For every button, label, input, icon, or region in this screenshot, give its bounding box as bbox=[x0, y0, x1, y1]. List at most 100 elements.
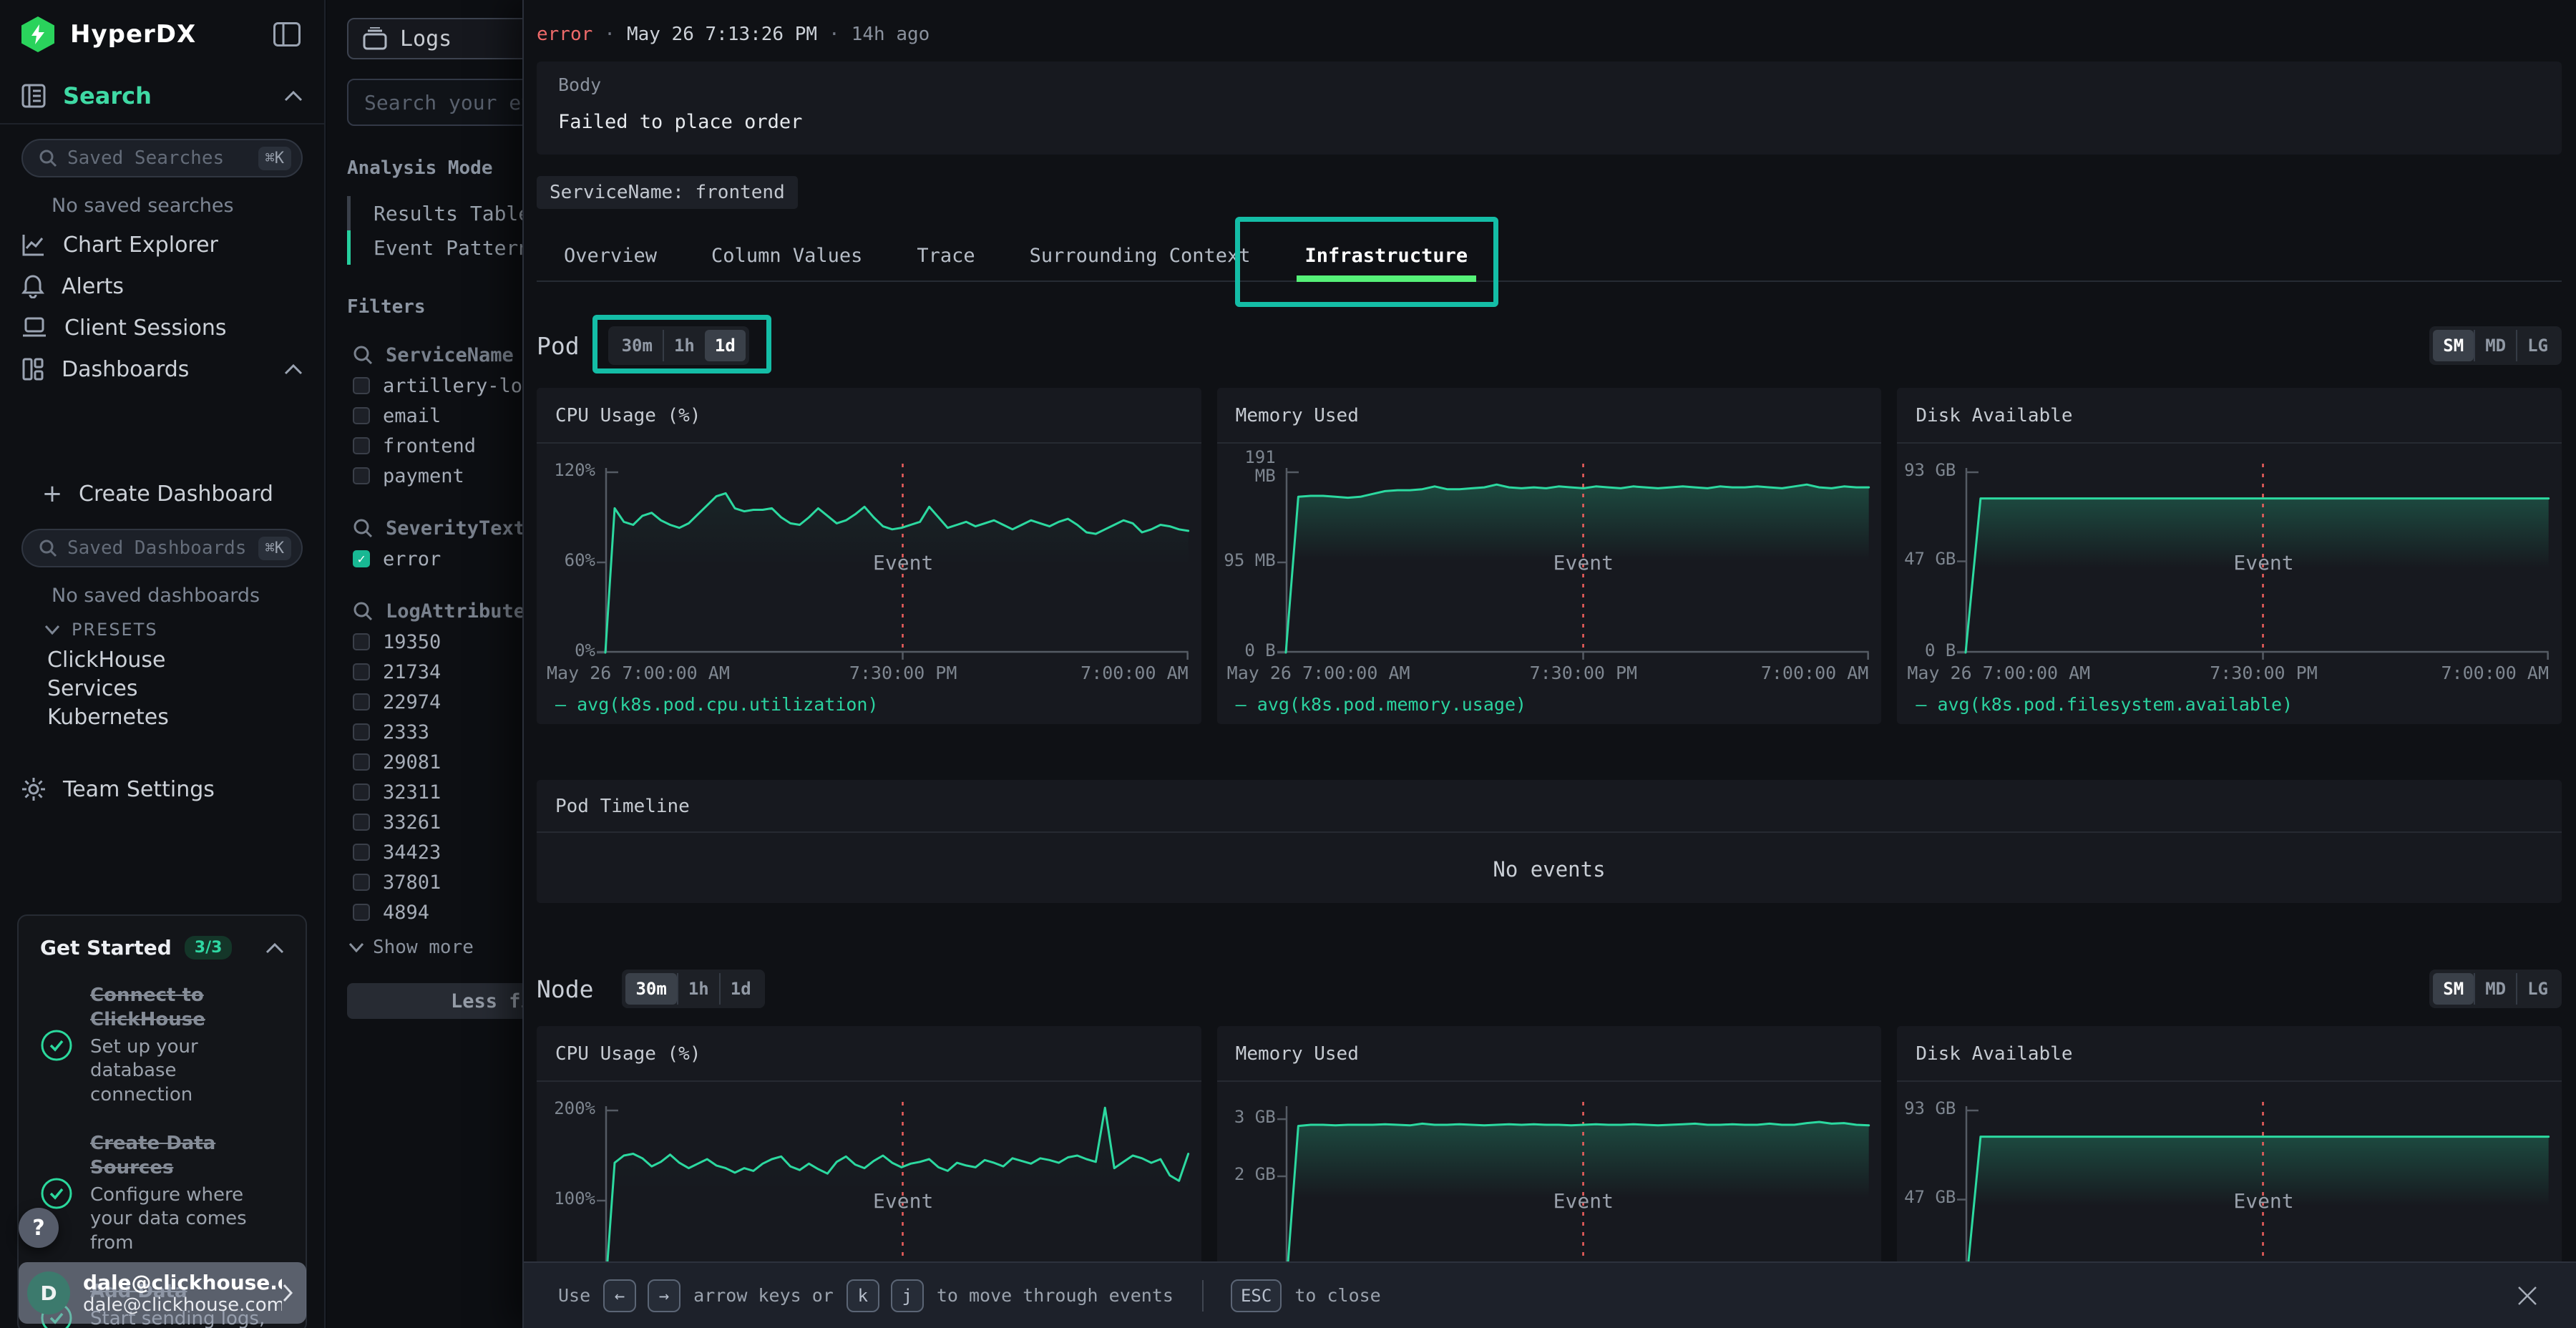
checkbox[interactable] bbox=[353, 844, 370, 861]
checkbox[interactable] bbox=[353, 874, 370, 891]
saved-searches-placeholder: Saved Searches bbox=[67, 147, 258, 169]
tab-column-values[interactable]: Column Values bbox=[684, 230, 889, 280]
sidebar-item-client-sessions[interactable]: Client Sessions bbox=[0, 307, 324, 348]
pod-timeline-title: Pod Timeline bbox=[537, 780, 2562, 833]
checkbox[interactable] bbox=[353, 693, 370, 711]
filter-value-label: 29081 bbox=[383, 751, 441, 773]
checkbox[interactable] bbox=[353, 753, 370, 771]
checkbox[interactable] bbox=[353, 437, 370, 454]
checkbox[interactable] bbox=[353, 633, 370, 650]
service-name-chip[interactable]: ServiceName: frontend bbox=[537, 176, 798, 209]
check-circle-icon bbox=[40, 1177, 73, 1210]
get-started-step[interactable]: Connect to ClickHouseSet up your databas… bbox=[40, 984, 284, 1108]
close-icon[interactable] bbox=[2513, 1281, 2542, 1310]
filter-value-row[interactable]: frontend bbox=[353, 431, 542, 461]
pod-range-1h[interactable]: 1h bbox=[663, 330, 705, 361]
analysis-mode-rail bbox=[347, 196, 351, 265]
sidebar-item-chart-explorer[interactable]: Chart Explorer bbox=[0, 224, 324, 265]
checkbox[interactable] bbox=[353, 904, 370, 921]
saved-searches-input[interactable]: Saved Searches ⌘K bbox=[21, 139, 303, 177]
checkbox[interactable] bbox=[353, 723, 370, 741]
preset-clickhouse[interactable]: ClickHouse bbox=[0, 645, 324, 674]
sidebar-item-alerts[interactable]: Alerts bbox=[0, 265, 324, 307]
get-started-step[interactable]: Create Data SourcesConfigure where your … bbox=[40, 1132, 284, 1256]
filter-value-row[interactable]: 33261 bbox=[353, 807, 542, 837]
y-tick-label: 93 GB bbox=[1897, 461, 1956, 479]
step-text: Connect to ClickHouseSet up your databas… bbox=[90, 984, 284, 1108]
filter-value-row[interactable]: ✓error bbox=[353, 544, 542, 574]
tab-surrounding-context[interactable]: Surrounding Context bbox=[1002, 230, 1278, 280]
filter-value-row[interactable]: 34423 bbox=[353, 837, 542, 867]
filter-group-severitytext: SeverityText bbox=[353, 512, 542, 544]
filter-value-row[interactable]: 21734 bbox=[353, 657, 542, 687]
checkbox-checked[interactable]: ✓ bbox=[353, 550, 370, 567]
pod-size-lg[interactable]: LG bbox=[2516, 330, 2558, 361]
event-nav-footer: Use ← → arrow keys or k j to move throug… bbox=[524, 1261, 2576, 1328]
arrow-right-key[interactable]: → bbox=[648, 1279, 680, 1312]
node-range-30m[interactable]: 30m bbox=[625, 973, 676, 1005]
filter-value-row[interactable]: 22974 bbox=[353, 687, 542, 717]
help-button[interactable]: ? bbox=[19, 1208, 59, 1248]
checkbox[interactable] bbox=[353, 407, 370, 424]
sidebar-collapse-icon[interactable] bbox=[271, 19, 303, 50]
step-desc: Set up your database connection bbox=[90, 1035, 284, 1108]
tab-overview[interactable]: Overview bbox=[537, 230, 684, 280]
checkbox[interactable] bbox=[353, 814, 370, 831]
filter-value-row[interactable]: email bbox=[353, 401, 542, 431]
node-size-sm[interactable]: SM bbox=[2433, 973, 2474, 1005]
filter-value-row[interactable]: payment bbox=[353, 461, 542, 491]
node-range-1h[interactable]: 1h bbox=[677, 973, 719, 1005]
search-column: Logs Search your ev Analysis Mode Result… bbox=[327, 0, 542, 1328]
severity-badge: error bbox=[537, 24, 592, 45]
checkbox[interactable] bbox=[353, 467, 370, 484]
pod-range-30m[interactable]: 30m bbox=[612, 330, 663, 361]
y-tick-label: 0 B bbox=[1897, 641, 1956, 660]
pod-range-1d[interactable]: 1d bbox=[705, 330, 746, 361]
filter-value-label: artillery-loa bbox=[383, 375, 534, 397]
filter-value-label: 21734 bbox=[383, 661, 441, 683]
create-dashboard-button[interactable]: + Create Dashboard bbox=[0, 473, 324, 514]
presets-toggle[interactable]: PRESETS bbox=[0, 614, 324, 645]
filter-value-row[interactable]: 32311 bbox=[353, 777, 542, 807]
filter-value-row[interactable]: 2333 bbox=[353, 717, 542, 747]
esc-key[interactable]: ESC bbox=[1231, 1279, 1282, 1312]
k-key[interactable]: k bbox=[847, 1279, 879, 1312]
arrow-left-key[interactable]: ← bbox=[603, 1279, 636, 1312]
sidebar-item-search[interactable]: Search bbox=[0, 69, 324, 123]
user-menu[interactable]: D dale@clickhouse.com dale@clickhouse.co… bbox=[19, 1262, 306, 1324]
filter-value-label: 33261 bbox=[383, 811, 441, 834]
checkbox[interactable] bbox=[353, 783, 370, 801]
sidebar-item-dashboards[interactable]: Dashboards bbox=[0, 348, 324, 390]
pod-size-sm[interactable]: SM bbox=[2433, 330, 2474, 361]
node-size-md[interactable]: MD bbox=[2474, 973, 2516, 1005]
pod-size-md[interactable]: MD bbox=[2474, 330, 2516, 361]
filter-value-row[interactable]: 37801 bbox=[353, 867, 542, 897]
tab-trace[interactable]: Trace bbox=[889, 230, 1002, 280]
tab-infrastructure[interactable]: Infrastructure bbox=[1278, 230, 1496, 280]
filter-value-row[interactable]: 19350 bbox=[353, 627, 542, 657]
y-tick-label: 0 B bbox=[1217, 641, 1276, 660]
chevron-up-icon[interactable] bbox=[265, 942, 284, 954]
sidebar-item-label: Alerts bbox=[62, 274, 303, 299]
sidebar-item-team-settings[interactable]: Team Settings bbox=[0, 768, 324, 810]
j-key[interactable]: j bbox=[891, 1279, 924, 1312]
analysis-mode-option-results-table[interactable]: Results Table bbox=[374, 196, 542, 230]
node-range-1d[interactable]: 1d bbox=[719, 973, 761, 1005]
avatar: D bbox=[27, 1271, 70, 1314]
saved-dashboards-input[interactable]: Saved Dashboards ⌘K bbox=[21, 529, 303, 567]
bell-icon bbox=[21, 274, 44, 298]
analysis-mode-indicator bbox=[347, 196, 351, 230]
preset-services[interactable]: Services bbox=[0, 674, 324, 703]
x-axis-labels: May 26 7:00:00 AM7:30:00 PM7:00:00 AM bbox=[1227, 663, 1869, 684]
show-more-button[interactable]: Show more bbox=[348, 932, 542, 963]
filter-value-row[interactable]: 4894 bbox=[353, 897, 542, 927]
node-size-lg[interactable]: LG bbox=[2516, 973, 2558, 1005]
preset-kubernetes[interactable]: Kubernetes bbox=[0, 703, 324, 731]
event-search-placeholder: Search your ev bbox=[364, 91, 533, 114]
checkbox[interactable] bbox=[353, 663, 370, 680]
checkbox[interactable] bbox=[353, 377, 370, 394]
filter-value-row[interactable]: artillery-loa bbox=[353, 371, 542, 401]
analysis-mode-option-event-patterns[interactable]: Event Patterns bbox=[374, 230, 542, 265]
x-tick-right: 7:00:00 AM bbox=[1761, 663, 1869, 683]
filter-value-row[interactable]: 29081 bbox=[353, 747, 542, 777]
